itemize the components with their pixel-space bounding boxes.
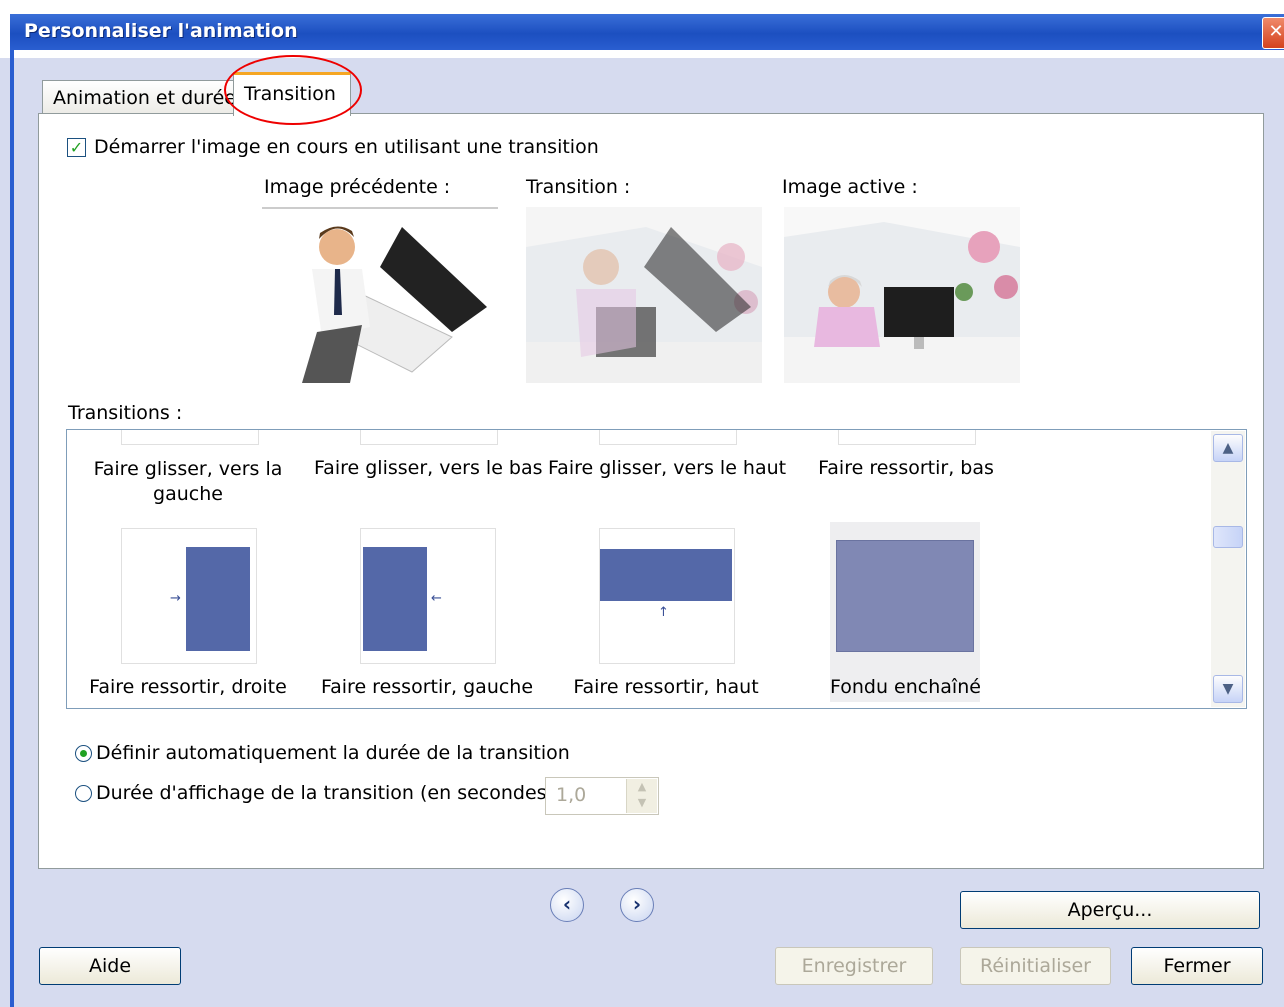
manual-duration-radio[interactable] [75,785,92,802]
save-button[interactable]: Enregistrer [775,947,933,985]
arrow-up-icon: ↑ [658,605,669,620]
transition-caption[interactable]: Faire ressortir, droite [88,676,288,698]
auto-duration-label: Définir automatiquement la durée de la t… [96,742,570,764]
transition-tile[interactable] [360,430,498,445]
transition-caption[interactable]: Faire glisser, vers la gauche [88,457,288,507]
transition-tile[interactable] [838,430,976,445]
transition-caption[interactable]: Faire glisser, vers le bas [314,457,543,479]
start-transition-checkbox[interactable]: ✓ [67,138,86,157]
transition-tile-fondu-enchaine[interactable] [836,540,974,652]
next-circle-icon[interactable]: › [620,888,654,922]
manual-duration-label: Durée d'affichage de la transition (en s… [96,782,554,804]
arrow-left-icon: ← [431,591,442,606]
transition-caption[interactable]: Faire ressortir, haut [556,676,776,698]
transition-tile-ressortir-gauche[interactable]: ← [360,528,496,664]
tab-animation-duree[interactable]: Animation et durée [42,80,238,114]
previous-image-thumbnail [262,207,498,383]
transition-preview-thumbnail [526,207,762,383]
scroll-thumb[interactable] [1213,526,1243,548]
close-icon[interactable]: ✕ [1262,17,1284,49]
previous-circle-icon[interactable]: ‹ [550,888,584,922]
transition-tile[interactable] [599,430,737,445]
auto-duration-radio[interactable] [75,745,92,762]
help-button[interactable]: Aide [39,947,181,985]
arrow-right-icon: → [170,591,181,606]
transition-caption[interactable]: Faire ressortir, gauche [314,676,540,698]
spinner-arrows-icon[interactable]: ▲ ▼ [626,779,657,813]
close-button[interactable]: Fermer [1131,947,1263,985]
transition-tile-ressortir-droite[interactable]: → [121,528,257,664]
transition-preview-label: Transition : [526,176,631,198]
transition-caption[interactable]: Faire ressortir, bas [806,457,1006,479]
transition-caption[interactable]: Faire glisser, vers le haut [548,457,786,479]
duration-value: 1,0 [556,784,587,806]
transition-tile[interactable] [121,430,259,445]
transitions-scrollbar[interactable] [1211,431,1245,707]
transition-caption-selected[interactable]: Fondu enchaîné [830,676,981,698]
start-transition-label: Démarrer l'image en cours en utilisant u… [94,136,599,158]
scroll-up-icon[interactable]: ▲ [1213,434,1243,462]
reset-button[interactable]: Réinitialiser [960,947,1111,985]
window-title: Personnaliser l'animation [24,20,298,42]
active-image-label: Image active : [782,176,918,198]
transitions-label: Transitions : [68,402,183,424]
previous-image-label: Image précédente : [264,176,451,198]
active-image-thumbnail [784,207,1020,383]
annotation-circle [224,55,362,125]
preview-button[interactable]: Aperçu... [960,891,1260,929]
transition-tile-ressortir-haut[interactable]: ↑ [599,528,735,664]
scroll-down-icon[interactable]: ▼ [1213,675,1243,703]
window-frame-left [10,50,14,1007]
